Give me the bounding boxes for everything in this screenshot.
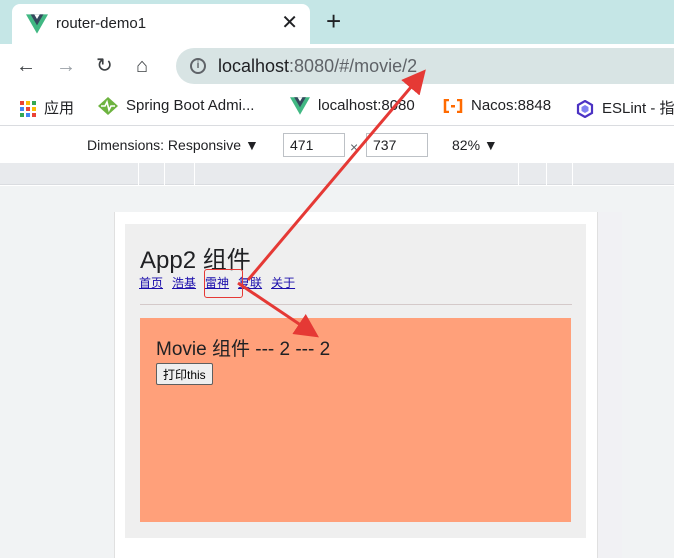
- movie-title: Movie 组件 --- 2 --- 2: [156, 339, 331, 360]
- url-host: localhost: [218, 56, 290, 76]
- bookmark-eslint[interactable]: ESLint - 指: [576, 97, 674, 119]
- bookmark-label: Nacos:8848: [471, 97, 552, 114]
- url-text[interactable]: localhost:8080/#/movie/2: [218, 56, 417, 77]
- close-tab-icon[interactable]: ✕: [281, 12, 298, 34]
- bookmark-nacos[interactable]: Nacos:8848: [443, 97, 551, 114]
- forward-arrow-icon[interactable]: →: [56, 54, 76, 78]
- address-bar[interactable]: i localhost:8080/#/movie/2: [176, 48, 674, 84]
- zoom-dropdown[interactable]: 82% ▼: [452, 137, 498, 153]
- bookmark-label: ESLint - 指: [602, 100, 674, 117]
- bookmark-label: 应用: [44, 100, 75, 117]
- site-info-icon[interactable]: i: [190, 58, 206, 74]
- width-input[interactable]: 471: [283, 133, 345, 157]
- browser-toolbar: ← → ↻ ⌂ i localhost:8080/#/movie/2: [0, 44, 674, 88]
- media-query-ruler: [0, 163, 674, 185]
- nacos-icon: [443, 99, 463, 114]
- tab-title: router-demo1: [56, 15, 147, 32]
- back-arrow-icon[interactable]: ←: [16, 54, 36, 78]
- divider: [140, 304, 572, 305]
- print-this-button[interactable]: 打印this: [156, 363, 213, 385]
- bookmark-label: Spring Boot Admi...: [126, 97, 255, 114]
- height-input[interactable]: 737: [366, 133, 428, 157]
- active-tab[interactable]: router-demo1 ✕: [12, 4, 310, 44]
- bookmark-spring-boot-admin[interactable]: Spring Boot Admi...: [98, 97, 255, 116]
- tab-strip: router-demo1 ✕ +: [0, 0, 674, 44]
- movie-component: Movie 组件 --- 2 --- 2 打印this: [140, 318, 571, 522]
- dimension-separator: ×: [350, 139, 359, 155]
- nav-link-home[interactable]: 首页: [139, 276, 163, 290]
- bookmarks-bar: 应用 Spring Boot Admi... localhost:8080 Na…: [0, 88, 674, 126]
- viewport-scrollbar[interactable]: [598, 212, 622, 558]
- bookmark-label: localhost:8080: [318, 97, 415, 114]
- ruler-tick: [194, 163, 195, 185]
- nav-link-haoji[interactable]: 浩基: [172, 276, 196, 290]
- ruler-tick: [164, 163, 165, 185]
- bookmark-apps[interactable]: 应用: [20, 97, 74, 118]
- vue-icon: [290, 97, 310, 115]
- home-icon[interactable]: ⌂: [136, 54, 148, 78]
- ruler-tick: [546, 163, 547, 185]
- ruler-tick: [138, 163, 139, 185]
- ruler-tick: [518, 163, 519, 185]
- ruler-tick: [572, 163, 573, 185]
- device-toolbar: Dimensions: Responsive ▼ 471 × 737 82% ▼: [0, 127, 674, 163]
- reload-icon[interactable]: ↻: [96, 54, 113, 78]
- vue-icon: [26, 14, 48, 34]
- apps-grid-icon: [20, 101, 36, 118]
- dimensions-dropdown[interactable]: Dimensions: Responsive ▼: [87, 137, 259, 153]
- highlight-annotation-box: [204, 269, 243, 298]
- app-container: App2 组件 首页 浩基 雷神 复联 关于 Movie 组件 --- 2 --- 2 …: [125, 224, 586, 538]
- eslint-icon: [576, 100, 594, 119]
- spring-boot-admin-icon: [98, 97, 118, 116]
- new-tab-button[interactable]: +: [326, 6, 341, 36]
- nav-link-about[interactable]: 关于: [271, 276, 295, 290]
- bookmark-localhost[interactable]: localhost:8080: [290, 97, 415, 115]
- url-path: :8080/#/movie/2: [289, 56, 418, 76]
